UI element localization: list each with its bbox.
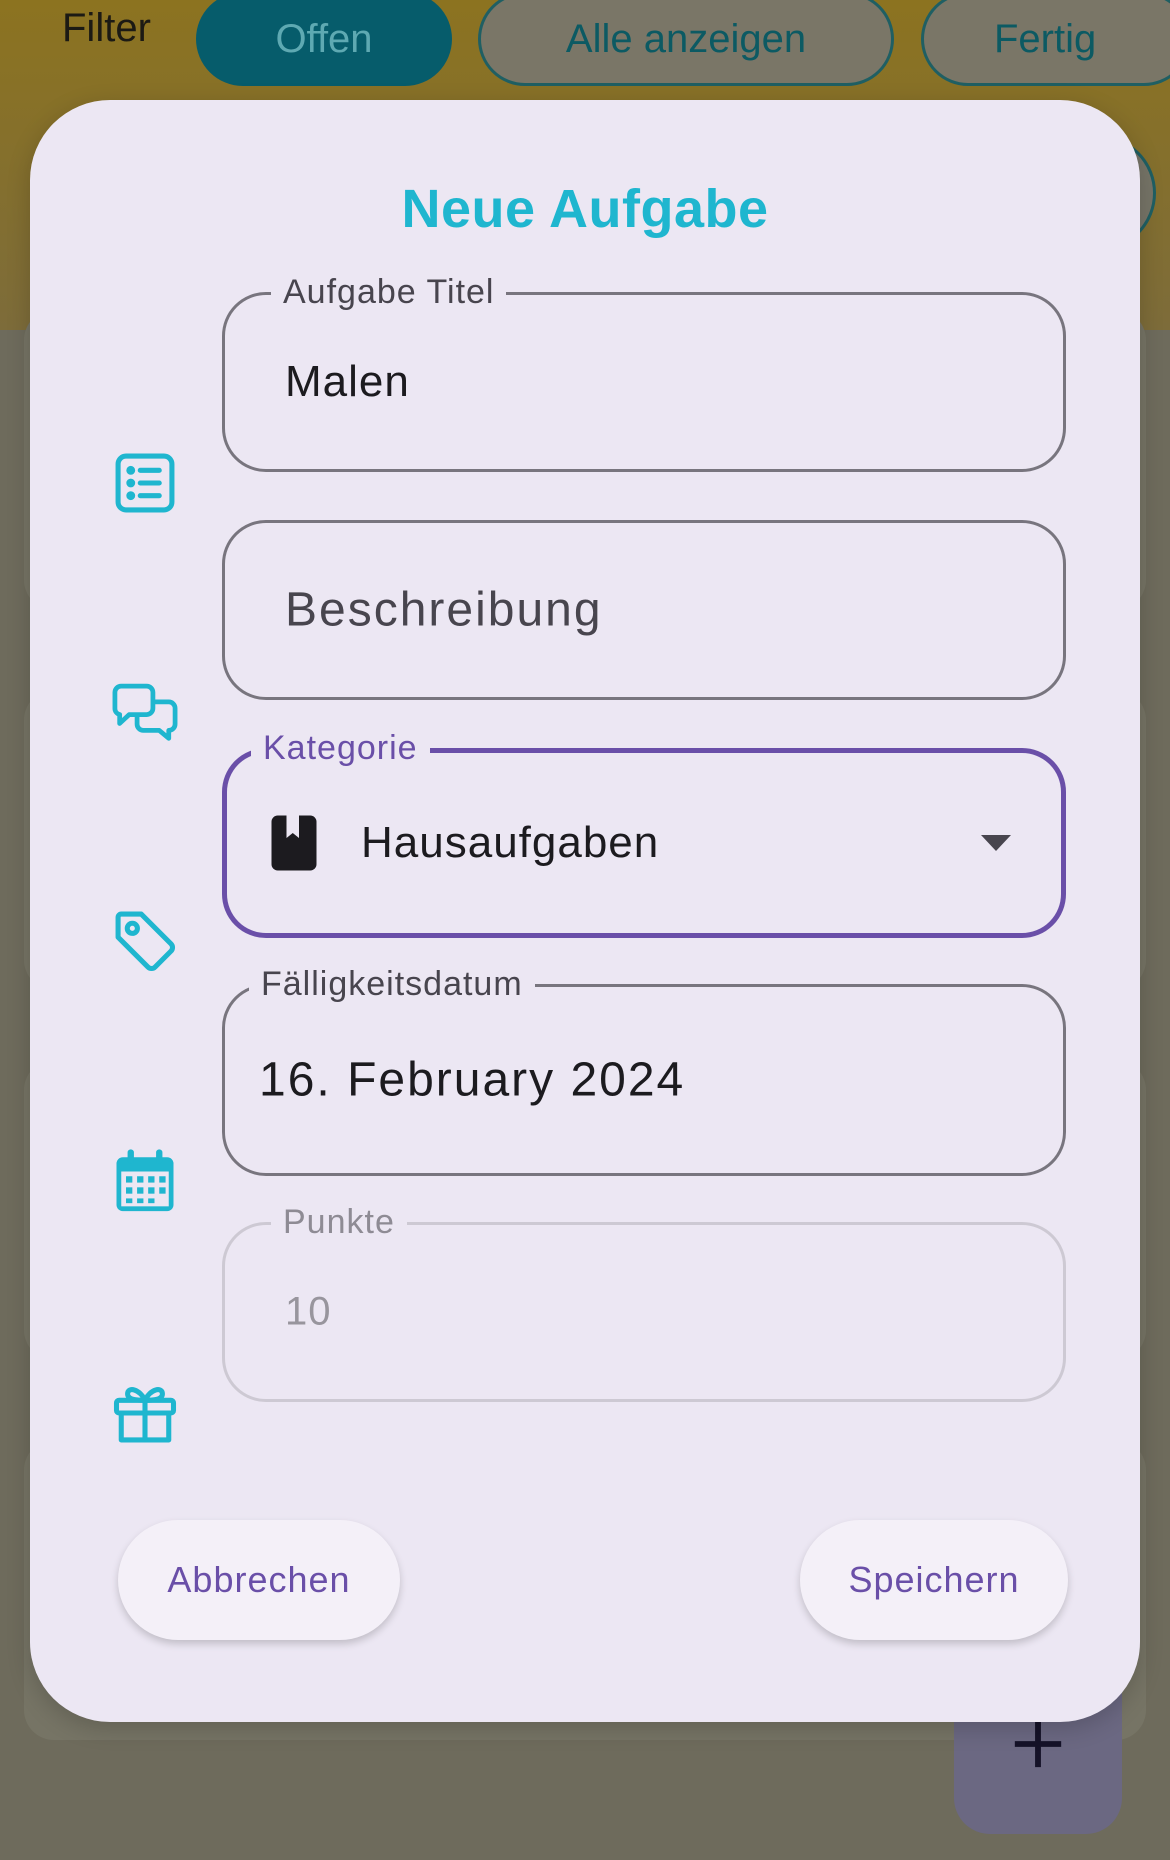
- category-dropdown[interactable]: Kategorie Hausaufgaben: [222, 725, 1066, 938]
- title-field-label: Aufgabe Titel: [271, 269, 507, 315]
- filter-chip-all[interactable]: Alle anzeigen: [478, 0, 894, 86]
- book-icon: [271, 815, 317, 871]
- cancel-button[interactable]: Abbrechen: [118, 1520, 400, 1640]
- description-field[interactable]: Beschreibung: [222, 520, 1066, 700]
- filter-label: Filter: [62, 6, 151, 50]
- points-value: 10: [285, 1289, 332, 1334]
- list-icon: [100, 438, 190, 528]
- calendar-icon: [100, 1136, 190, 1226]
- dialog-title: Neue Aufgabe: [401, 179, 769, 239]
- points-field-label: Punkte: [271, 1199, 407, 1245]
- save-button[interactable]: Speichern: [800, 1520, 1068, 1640]
- chat-bubbles-icon: [100, 668, 190, 758]
- category-value: Hausaufgaben: [361, 818, 660, 867]
- due-date-field[interactable]: Fälligkeitsdatum 16. February 2024: [222, 961, 1066, 1176]
- due-date-field-label: Fälligkeitsdatum: [249, 961, 535, 1007]
- gift-icon: [100, 1368, 190, 1458]
- title-field[interactable]: Aufgabe Titel Malen: [222, 269, 1066, 472]
- description-placeholder: Beschreibung: [285, 583, 603, 637]
- new-task-dialog: Neue Aufgabe Aufgabe Titel Malen Beschre…: [30, 100, 1140, 1722]
- plus-icon: [1014, 1720, 1062, 1768]
- category-field-label: Kategorie: [251, 725, 430, 771]
- filter-chip-done[interactable]: Fertig: [921, 0, 1170, 86]
- dropdown-arrow-icon: [981, 835, 1011, 851]
- due-date-value: 16. February 2024: [259, 1053, 686, 1107]
- title-field-value[interactable]: Malen: [285, 357, 410, 407]
- points-field: Punkte 10: [222, 1199, 1066, 1402]
- tag-icon: [100, 896, 190, 986]
- filter-chip-open[interactable]: Offen: [196, 0, 452, 86]
